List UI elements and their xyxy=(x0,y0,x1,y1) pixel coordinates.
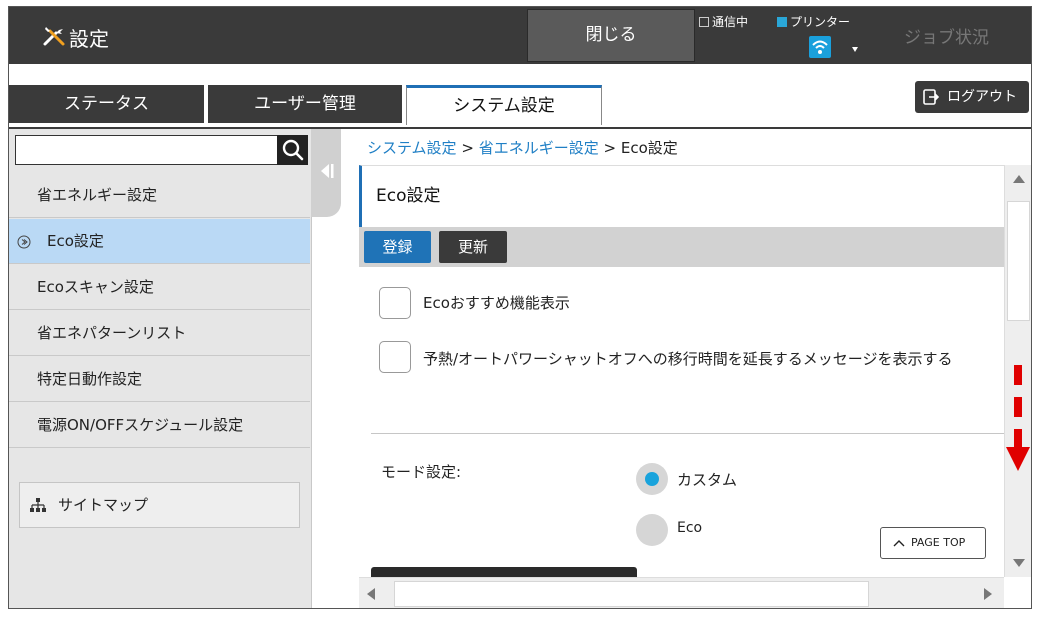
search-input[interactable] xyxy=(15,135,279,165)
partial-header-bar xyxy=(371,567,637,577)
sidebar-item-power-schedule[interactable]: 電源ON/OFFスケジュール設定 xyxy=(9,403,310,448)
action-bar: 登録 更新 xyxy=(359,227,1004,267)
breadcrumb: システム設定 > 省エネルギー設定 > Eco設定 xyxy=(367,137,678,158)
search-icon xyxy=(282,139,304,161)
breadcrumb-energy-saving[interactable]: 省エネルギー設定 xyxy=(479,139,599,157)
top-bar: 設定 閉じる 通信中 プリンター ジョブ状況 xyxy=(9,7,1031,64)
eco-recommend-checkbox[interactable] xyxy=(379,287,411,319)
app-window: 設定 閉じる 通信中 プリンター ジョブ状況 ステータス ユーザー管理 システム… xyxy=(8,6,1032,609)
sitemap-icon xyxy=(30,498,46,512)
update-button[interactable]: 更新 xyxy=(439,231,507,263)
comm-indicator xyxy=(699,17,709,27)
mode-setting-label: モード設定: xyxy=(381,463,462,481)
sidebar-item-energy-pattern-list[interactable]: 省エネパターンリスト xyxy=(9,311,310,356)
sitemap-label: サイトマップ xyxy=(58,496,149,514)
status-area[interactable]: 通信中 プリンター xyxy=(699,11,869,61)
sidebar-item-eco-settings[interactable]: Eco設定 xyxy=(9,219,310,264)
wifi-icon xyxy=(809,36,831,58)
page-top-label: PAGE TOP xyxy=(911,536,966,549)
scroll-down-hint-arrow-icon xyxy=(1006,365,1030,471)
extend-message-checkbox[interactable] xyxy=(379,341,411,373)
tools-icon xyxy=(43,27,65,46)
breadcrumb-separator: > xyxy=(603,139,617,157)
panel-title: Eco設定 xyxy=(359,165,1004,227)
tab-bar: ステータス ユーザー管理 システム設定 ログアウト xyxy=(9,64,1031,129)
search-button[interactable] xyxy=(277,135,308,165)
collapse-sidebar-button[interactable] xyxy=(311,129,341,217)
collapse-left-icon xyxy=(321,164,334,178)
comm-status: 通信中 xyxy=(699,13,748,30)
printer-status: プリンター xyxy=(777,13,850,30)
logout-button[interactable]: ログアウト xyxy=(915,81,1029,113)
radio-custom-label: カスタム xyxy=(677,471,738,489)
breadcrumb-current: Eco設定 xyxy=(620,139,678,157)
radio-eco-label: Eco xyxy=(677,520,703,536)
chevron-right-circle-icon xyxy=(17,235,31,249)
sidebar-item-specific-day[interactable]: 特定日動作設定 xyxy=(9,357,310,402)
divider xyxy=(371,433,1004,434)
close-button[interactable]: 閉じる xyxy=(527,9,695,62)
chevron-up-icon xyxy=(893,540,905,547)
page-title: 設定 xyxy=(69,27,109,51)
tab-status[interactable]: ステータス xyxy=(9,85,204,123)
tab-user-management[interactable]: ユーザー管理 xyxy=(208,85,402,123)
logout-icon xyxy=(923,89,939,105)
horizontal-scroll-thumb[interactable] xyxy=(394,581,869,607)
scroll-left-icon[interactable] xyxy=(367,588,375,600)
register-button[interactable]: 登録 xyxy=(364,231,431,263)
main-content: Eco設定 登録 更新 Ecoおすすめ機能表示 予熱/オートパワーシャットオフへ… xyxy=(359,165,1004,577)
printer-indicator xyxy=(777,17,787,27)
radio-eco[interactable] xyxy=(636,514,668,546)
sidebar: 省エネルギー設定 Eco設定 Ecoスキャン設定 省エネパターンリスト 特定日動… xyxy=(9,129,312,608)
sitemap-button[interactable]: サイトマップ xyxy=(19,482,300,528)
horizontal-scrollbar[interactable] xyxy=(359,577,1004,608)
eco-recommend-label: Ecoおすすめ機能表示 xyxy=(423,294,570,312)
job-status-button[interactable]: ジョブ状況 xyxy=(904,23,989,48)
vertical-scroll-thumb[interactable] xyxy=(1007,201,1030,321)
scroll-up-icon[interactable] xyxy=(1013,175,1025,183)
page-top-button[interactable]: PAGE TOP xyxy=(880,527,986,559)
chevron-down-icon xyxy=(852,47,858,52)
scroll-right-icon[interactable] xyxy=(984,588,992,600)
sidebar-item-energy-saving[interactable]: 省エネルギー設定 xyxy=(9,173,310,218)
logout-label: ログアウト xyxy=(947,89,1017,105)
sidebar-item-eco-scan[interactable]: Ecoスキャン設定 xyxy=(9,265,310,310)
extend-message-label: 予熱/オートパワーシャットオフへの移行時間を延長するメッセージを表示する xyxy=(423,350,953,368)
sidebar-item-label: Eco設定 xyxy=(47,232,104,250)
scroll-down-icon[interactable] xyxy=(1013,559,1025,567)
tab-system-settings[interactable]: システム設定 xyxy=(406,85,602,125)
breadcrumb-system-settings[interactable]: システム設定 xyxy=(367,139,457,157)
radio-custom[interactable] xyxy=(636,463,668,495)
breadcrumb-separator: > xyxy=(461,139,474,157)
